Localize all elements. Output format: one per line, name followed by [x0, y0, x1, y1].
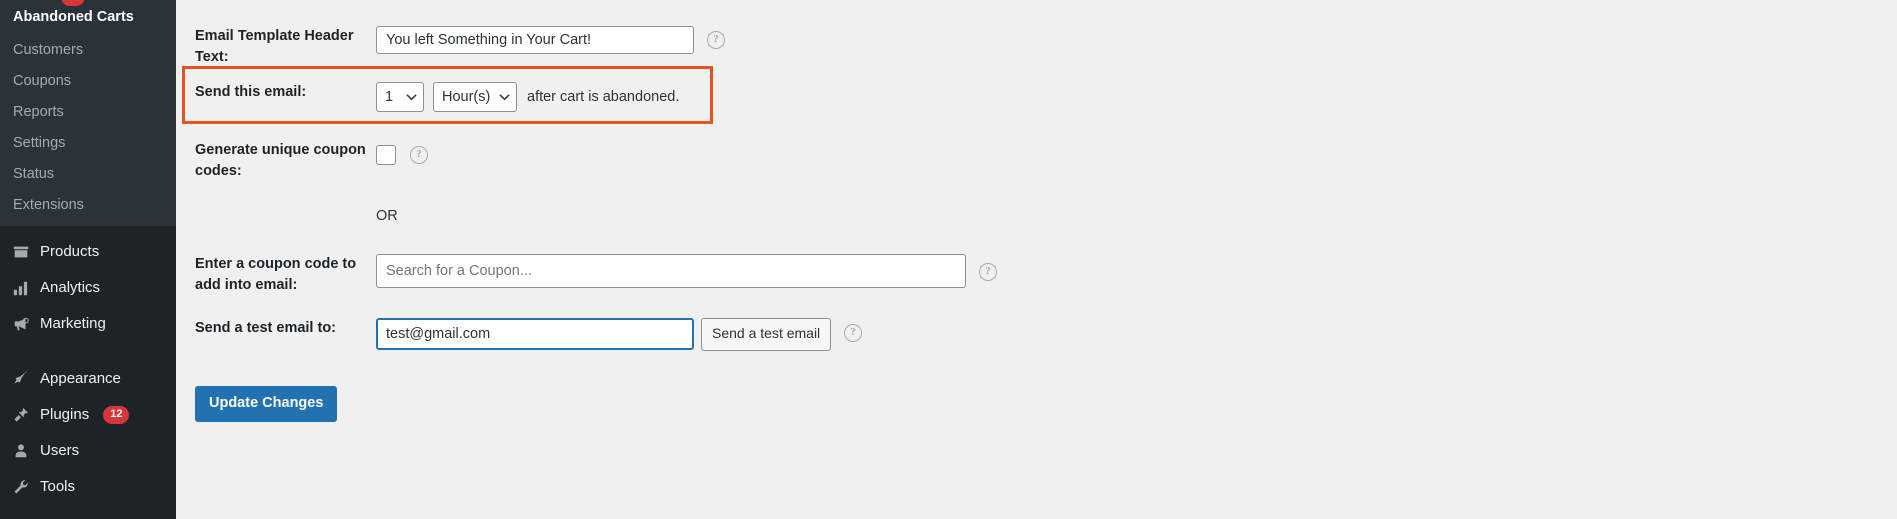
- menu-group-site: Appearance Plugins 12 Users Tools: [0, 361, 176, 513]
- sidebar-item-label: Appearance: [40, 370, 121, 388]
- send-delay-amount-wrap: 1: [376, 82, 424, 112]
- send-test-email-button[interactable]: Send a test email: [701, 318, 832, 351]
- abandoned-carts-submenu: Abandoned Carts Customers Coupons Report…: [0, 0, 176, 226]
- sidebar-item-settings[interactable]: Settings: [0, 128, 176, 159]
- sidebar-item-label: Marketing: [40, 315, 106, 333]
- sidebar-item-tools[interactable]: Tools: [0, 469, 176, 505]
- admin-sidebar: Abandoned Carts Customers Coupons Report…: [0, 0, 176, 519]
- sidebar-item-label: Plugins: [40, 406, 90, 424]
- plugins-icon: [11, 405, 31, 425]
- submenu-title: Abandoned Carts: [13, 9, 134, 25]
- sidebar-item-label: Products: [40, 243, 100, 261]
- help-icon[interactable]: ?: [707, 31, 725, 49]
- sidebar-item-plugins[interactable]: Plugins 12: [0, 397, 176, 433]
- row-submit: Update Changes: [195, 386, 338, 422]
- sidebar-item-marketing[interactable]: Marketing: [0, 306, 176, 342]
- row-send-timing: Send this email: 1 Hour(s) after cart is…: [176, 82, 679, 112]
- unique-coupon-checkbox[interactable]: [376, 145, 396, 165]
- send-delay-amount-select[interactable]: 1: [376, 82, 424, 112]
- sidebar-item-extensions[interactable]: Extensions: [0, 190, 176, 221]
- menu-group-store: Products Analytics Marketing: [0, 234, 176, 350]
- sidebar-item-status[interactable]: Status: [0, 159, 176, 190]
- help-icon[interactable]: ?: [844, 324, 863, 342]
- row-email-header-text: Email Template Header Text: ?: [176, 26, 725, 68]
- update-changes-button[interactable]: Update Changes: [195, 386, 338, 422]
- appearance-icon: [11, 369, 31, 389]
- settings-form-panel: Email Template Header Text: ? Send this …: [176, 0, 1897, 519]
- users-icon: [11, 441, 31, 461]
- sidebar-item-appearance[interactable]: Appearance: [0, 361, 176, 397]
- sidebar-item-customers[interactable]: Customers: [0, 35, 176, 66]
- or-divider-text: OR: [376, 208, 398, 224]
- plugins-update-badge: 12: [103, 405, 130, 425]
- sidebar-item-label: Tools: [40, 478, 76, 496]
- row-coupon-code: Enter a coupon code to add into email: ?: [176, 254, 997, 296]
- help-icon[interactable]: ?: [410, 146, 428, 164]
- sidebar-item-coupons[interactable]: Coupons: [0, 66, 176, 97]
- row-test-email: Send a test email to: Send a test email …: [176, 318, 863, 351]
- admin-screen: Abandoned Carts Customers Coupons Report…: [0, 0, 1897, 519]
- sidebar-item-label: Users: [40, 442, 80, 460]
- row-or-divider: OR: [176, 208, 398, 224]
- sidebar-item-analytics[interactable]: Analytics: [0, 270, 176, 306]
- marketing-icon: [11, 314, 31, 334]
- send-timing-label: Send this email:: [195, 84, 307, 100]
- help-icon[interactable]: ?: [979, 263, 997, 281]
- email-header-text-label: Email Template Header Text:: [195, 28, 354, 66]
- sidebar-item-products[interactable]: Products: [0, 234, 176, 270]
- test-email-input[interactable]: [376, 318, 694, 350]
- sidebar-item-label: Analytics: [40, 279, 101, 297]
- menu-divider: [0, 350, 176, 361]
- coupon-code-label: Enter a coupon code to add into email:: [195, 256, 357, 294]
- admin-main-menu: Products Analytics Marketing Appearance …: [0, 226, 176, 513]
- row-unique-coupon: Generate unique coupon codes: ?: [176, 140, 428, 182]
- products-icon: [11, 242, 31, 262]
- tools-icon: [11, 477, 31, 497]
- sidebar-item-users[interactable]: Users: [0, 433, 176, 469]
- email-header-text-input[interactable]: [376, 26, 694, 54]
- coupon-search-input[interactable]: [376, 254, 966, 288]
- send-delay-unit-select[interactable]: Hour(s): [433, 82, 517, 112]
- send-timing-suffix-text: after cart is abandoned.: [527, 89, 680, 105]
- analytics-icon: [11, 278, 31, 298]
- test-email-label: Send a test email to:: [195, 320, 337, 336]
- send-delay-unit-wrap: Hour(s): [433, 82, 517, 112]
- sidebar-item-reports[interactable]: Reports: [0, 97, 176, 128]
- unique-coupon-label: Generate unique coupon codes:: [195, 142, 366, 180]
